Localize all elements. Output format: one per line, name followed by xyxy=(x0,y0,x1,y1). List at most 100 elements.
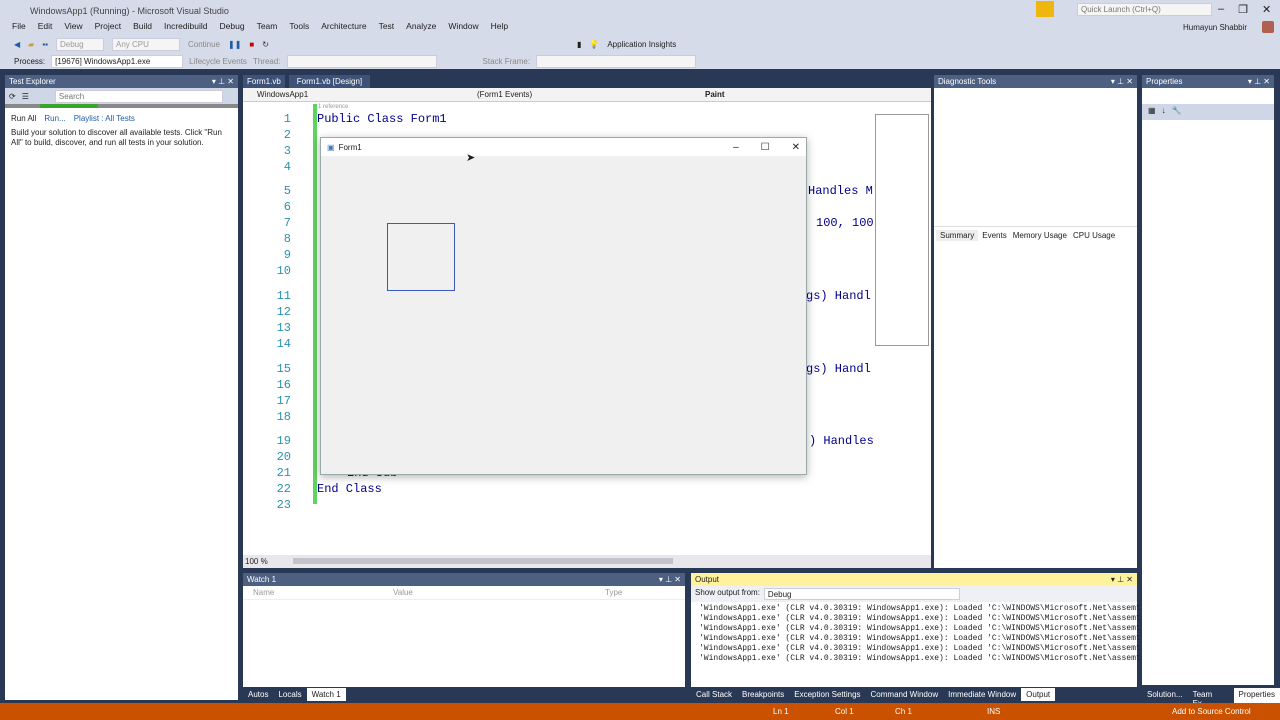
menu-tools[interactable]: Tools xyxy=(283,21,315,31)
menu-bar: File Edit View Project Build Incredibuild Debu… xyxy=(6,21,514,31)
tab-summary[interactable]: Summary xyxy=(936,230,979,241)
menu-architecture[interactable]: Architecture xyxy=(315,21,372,31)
tab-immediate-window[interactable]: Immediate Window xyxy=(943,688,1021,701)
line-number: 6 xyxy=(283,200,291,214)
panel-controls[interactable]: ▾ ⊥ ✕ xyxy=(1111,575,1133,584)
menu-file[interactable]: File xyxy=(6,21,32,31)
tab-locals[interactable]: Locals xyxy=(273,688,306,701)
restore-button[interactable]: ❐ xyxy=(1238,3,1248,16)
form1-window[interactable]: ▣ Form1 – ☐ ✕ xyxy=(320,137,807,475)
tab-events[interactable]: Events xyxy=(980,230,1008,241)
group-by-icon[interactable]: ☰ xyxy=(22,92,29,101)
process-select[interactable]: [19676] WindowsApp1.exe xyxy=(51,55,184,68)
pause-icon[interactable]: ❚❚ xyxy=(228,40,241,49)
avatar[interactable] xyxy=(1262,21,1274,33)
tab-watch-1[interactable]: Watch 1 xyxy=(306,688,346,701)
tab-autos[interactable]: Autos xyxy=(243,688,273,701)
tab-output[interactable]: Output xyxy=(1021,688,1056,701)
code-line[interactable]: ) Handles xyxy=(809,434,874,448)
zoom-select[interactable]: 100 % xyxy=(245,557,268,566)
panel-controls[interactable]: ▾ ⊥ ✕ xyxy=(212,77,234,86)
stack-frame-select[interactable] xyxy=(536,55,697,68)
code-map-scrollbar[interactable] xyxy=(875,114,929,346)
restart-icon[interactable]: ↻ xyxy=(262,40,269,49)
tab-form1-vb[interactable]: Form1.vb xyxy=(243,75,285,88)
tab-call-stack[interactable]: Call Stack xyxy=(691,688,737,701)
form-minimize-button[interactable]: – xyxy=(733,142,739,153)
panel-title: Diagnostic Tools xyxy=(938,77,997,86)
project-select[interactable]: WindowsApp1 xyxy=(243,88,471,101)
menu-analyze[interactable]: Analyze xyxy=(400,21,442,31)
test-search-input[interactable]: Search xyxy=(54,89,223,103)
line-number: 12 xyxy=(276,305,291,319)
menu-team[interactable]: Team xyxy=(251,21,284,31)
continue-button[interactable]: Continue xyxy=(188,40,220,49)
menu-test[interactable]: Test xyxy=(373,21,401,31)
app-insights-button[interactable]: Application Insights xyxy=(607,40,676,49)
column-name[interactable]: Name xyxy=(253,588,393,597)
menu-edit[interactable]: Edit xyxy=(32,21,59,31)
lightbulb-icon: 💡 xyxy=(589,40,600,49)
playlist-dropdown[interactable]: Playlist : All Tests xyxy=(74,114,135,123)
user-name[interactable]: Humayun Shabbir xyxy=(1183,23,1247,32)
refresh-icon[interactable]: ⟳ xyxy=(9,92,16,101)
run-dropdown[interactable]: Run... xyxy=(44,114,65,123)
lifecycle-events-button[interactable]: Lifecycle Events xyxy=(189,57,247,66)
code-line[interactable]: End Class xyxy=(317,482,382,496)
minimize-button[interactable]: – xyxy=(1218,3,1224,16)
status-bar: Ln 1 Col 1 Ch 1 INS Add to Source Contro… xyxy=(0,703,1280,720)
back-icon[interactable]: ◀ xyxy=(14,40,20,49)
horizontal-scrollbar[interactable] xyxy=(293,558,673,564)
save-icon[interactable]: ▪▪ xyxy=(42,40,48,49)
code-line[interactable]: gs) Handl xyxy=(806,289,871,303)
column-value[interactable]: Value xyxy=(393,588,605,597)
menu-window[interactable]: Window xyxy=(442,21,484,31)
property-pages-icon[interactable]: 🔧 xyxy=(1172,106,1182,118)
bookmark-icon[interactable]: ▮ xyxy=(577,40,581,49)
platform-select[interactable]: Any CPU xyxy=(111,38,180,51)
line-number: 14 xyxy=(276,337,291,351)
tab-exception-settings[interactable]: Exception Settings xyxy=(789,688,865,701)
alphabetical-icon[interactable]: ↓ xyxy=(1162,106,1166,118)
stop-icon[interactable]: ■ xyxy=(249,40,254,49)
code-line[interactable]: gs) Handl xyxy=(806,362,871,376)
form-maximize-button[interactable]: ☐ xyxy=(761,142,770,153)
code-line[interactable]: Public Class Form1 xyxy=(317,112,447,126)
menu-build[interactable]: Build xyxy=(127,21,158,31)
show-output-label: Show output from: xyxy=(695,588,760,597)
column-type[interactable]: Type xyxy=(605,588,622,597)
menu-view[interactable]: View xyxy=(58,21,88,31)
config-select[interactable]: Debug xyxy=(55,38,104,51)
code-line[interactable]: 100, 100 xyxy=(816,216,874,230)
tab-breakpoints[interactable]: Breakpoints xyxy=(737,688,789,701)
tab-command-window[interactable]: Command Window xyxy=(866,688,944,701)
menu-help[interactable]: Help xyxy=(485,21,514,31)
panel-controls[interactable]: ▾ ⊥ ✕ xyxy=(659,575,681,584)
reference-hint[interactable]: 1 reference xyxy=(318,104,348,110)
feedback-filter-icon[interactable] xyxy=(1036,1,1054,17)
panel-controls[interactable]: ▾ ⊥ ✕ xyxy=(1248,77,1270,86)
mouse-cursor-icon: ➤ xyxy=(466,152,476,164)
line-number: 17 xyxy=(276,394,291,408)
panel-controls[interactable]: ▾ ⊥ ✕ xyxy=(1111,77,1133,86)
close-button[interactable]: ✕ xyxy=(1262,3,1271,16)
tab-cpu-usage[interactable]: CPU Usage xyxy=(1071,230,1117,241)
thread-select[interactable] xyxy=(286,55,437,68)
code-line[interactable]: Handles M xyxy=(808,184,873,198)
tab-memory-usage[interactable]: Memory Usage xyxy=(1011,230,1069,241)
status-line: Ln 1 xyxy=(773,707,789,716)
menu-project[interactable]: Project xyxy=(89,21,127,31)
categorized-icon[interactable]: ▦ xyxy=(1148,106,1156,118)
add-to-source-control[interactable]: Add to Source Control xyxy=(1172,707,1251,716)
open-icon[interactable]: ▰ xyxy=(28,40,34,49)
object-select[interactable]: (Form1 Events) xyxy=(471,88,699,101)
window-title: WindowsApp1 (Running) - Microsoft Visual… xyxy=(30,6,229,16)
member-select[interactable]: Paint xyxy=(699,88,731,101)
run-all-link[interactable]: Run All xyxy=(11,114,36,123)
tab-form1-design[interactable]: Form1.vb [Design] xyxy=(288,75,371,88)
menu-debug[interactable]: Debug xyxy=(214,21,251,31)
quick-launch-input[interactable]: Quick Launch (Ctrl+Q) xyxy=(1077,3,1212,16)
output-source-select[interactable]: Debug xyxy=(763,588,960,600)
menu-incredibuild[interactable]: Incredibuild xyxy=(158,21,213,31)
form-close-button[interactable]: ✕ xyxy=(792,142,800,153)
